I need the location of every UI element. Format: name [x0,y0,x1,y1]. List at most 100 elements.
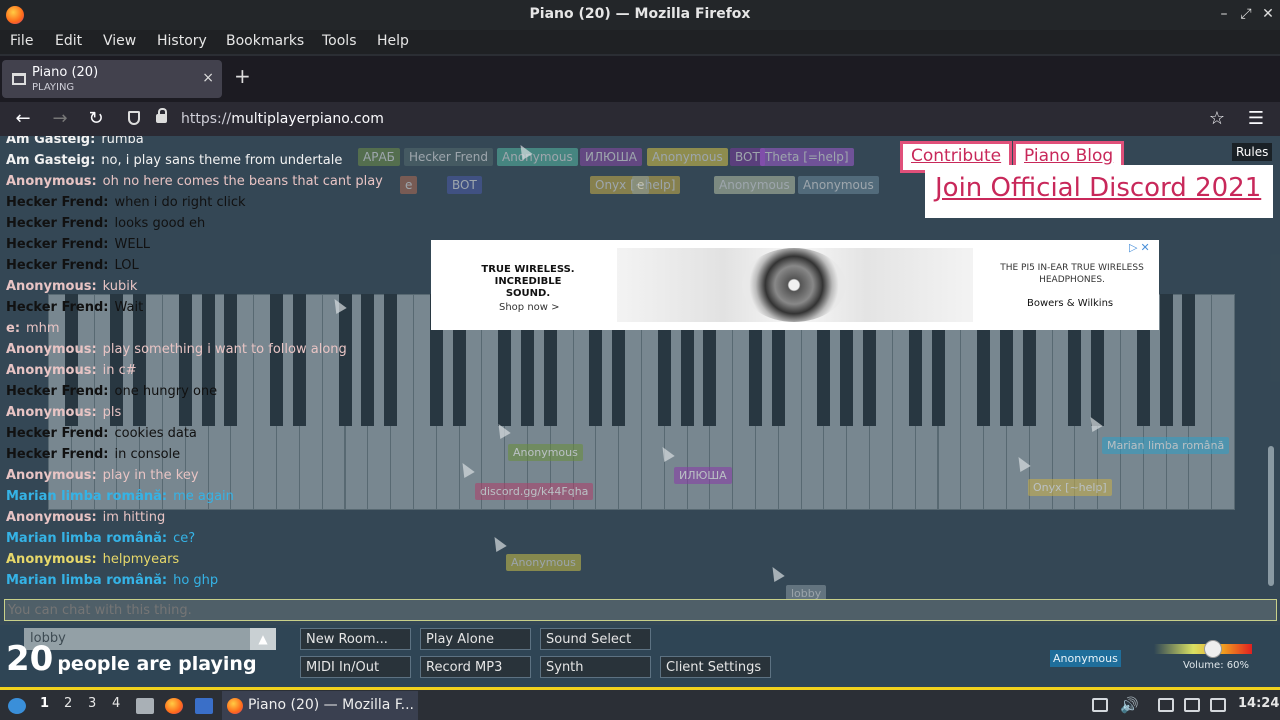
firefox-launcher-icon[interactable] [165,698,183,714]
chat-author: e: [6,321,21,336]
room-user-tag[interactable]: e [632,176,650,194]
forward-icon[interactable]: → [49,108,71,129]
volume-slider[interactable]: Volume: 60% [1154,640,1252,674]
chat-author: Marian limba română: [6,489,168,504]
tab-piano[interactable]: Piano (20) PLAYING × [2,60,222,98]
cursor-label: Anonymous [506,554,581,571]
menu-view[interactable]: View [103,33,136,49]
navigation-bar: ← → ↻ https://multiplayerpiano.com ☆ ☰ [0,102,1280,136]
menu-bookmarks[interactable]: Bookmarks [226,33,304,49]
chat-text: one hungry one [114,384,218,399]
chat-text: cookies data [114,426,197,441]
cursor-label: Marian limba română [1102,437,1230,454]
chat-input[interactable] [4,599,1277,621]
chat-author: Hecker Frend: [6,447,109,462]
ad-headline: TRUE WIRELESS. INCREDIBLE SOUND. [481,264,575,299]
close-icon[interactable]: ✕ [1258,6,1278,22]
rules-button[interactable]: Rules [1232,143,1273,161]
chat-message: Anonymous: pls [6,402,506,423]
chat-text: in c# [102,363,137,378]
url-bar[interactable]: https://multiplayerpiano.com [120,105,1240,133]
chat-scrollbar[interactable] [1268,446,1274,586]
taskbar-firefox-window[interactable]: Piano (20) — Mozilla F... [222,691,418,720]
chat-text: me again [173,489,234,504]
speaker-icon[interactable]: 🔊 [1120,696,1139,714]
client-settings-button[interactable]: Client Settings [660,656,771,678]
menu-help[interactable]: Help [377,33,409,49]
synth-button[interactable]: Synth [540,656,651,678]
advertisement[interactable]: TRUE WIRELESS. INCREDIBLE SOUND. Shop no… [431,240,1159,330]
chat-author: Hecker Frend: [6,237,109,252]
minimize-icon[interactable]: – [1214,6,1234,22]
workspace-3[interactable]: 3 [88,696,96,711]
lock-icon[interactable] [156,108,167,123]
ad-shop-link[interactable]: Shop now > [499,302,560,313]
chat-log: Am Gasteig: rumba Am Gasteig: no, i play sa… [6,136,506,591]
menu-edit[interactable]: Edit [55,33,82,49]
record-mp3-button[interactable]: Record MP3 [420,656,531,678]
window-title: Piano (20) — Mozilla Firefox [529,6,751,22]
player-count-label: people are playing [57,653,257,675]
chat-author: Anonymous: [6,342,97,357]
window-icon[interactable] [195,698,213,714]
chat-message: Anonymous: oh no here comes the beans tha… [6,171,506,192]
url-text[interactable]: https://multiplayerpiano.com [181,111,384,127]
room-user-tag[interactable]: Anonymous [798,176,879,194]
bookmark-star-icon[interactable]: ☆ [1206,108,1228,129]
chat-message: Hecker Frend: when i do right click [6,192,506,213]
ad-close-icon[interactable]: ▷✕ [1129,241,1153,254]
chat-text: rumba [101,136,144,147]
midi-button[interactable]: MIDI In/Out [300,656,411,678]
chat-text: play something i want to follow along [102,342,347,357]
new-tab-button[interactable]: + [234,64,251,88]
chat-text: pls [102,405,122,420]
cursor-label: Anonymous [508,444,583,461]
volume-knob[interactable] [1203,640,1222,658]
volume-label: Volume: 60% [1183,660,1249,671]
menu-history[interactable]: History [157,33,207,49]
chat-author: Anonymous: [6,552,97,567]
tab-close-icon[interactable]: × [202,70,214,86]
piano-icon [12,73,26,85]
room-user-tag[interactable]: Anonymous [714,176,795,194]
chat-author: Hecker Frend: [6,426,109,441]
chat-message: Hecker Frend: one hungry one [6,381,506,402]
chat-message: Anonymous: im hitting [6,507,506,528]
shield-icon[interactable] [128,111,140,125]
chat-text: LOL [114,258,139,273]
room-user-tag[interactable]: Anonymous [647,148,728,166]
chat-text: WELL [114,237,151,252]
sound-select-button[interactable]: Sound Select [540,628,651,650]
new-room-button[interactable]: New Room... [300,628,411,650]
chat-author: Anonymous: [6,510,97,525]
chat-text: oh no here comes the beans that cant pla… [102,174,383,189]
start-menu-icon[interactable] [8,698,26,714]
display-icon[interactable] [1184,698,1200,712]
file-manager-icon[interactable] [136,698,154,714]
play-alone-button[interactable]: Play Alone [420,628,531,650]
workspace-1[interactable]: 1 [40,696,49,711]
tray-icon[interactable] [1092,698,1108,712]
maximize-icon[interactable]: ⤢ [1236,6,1256,22]
room-user-tag[interactable]: Theta [=help] [760,148,854,166]
chat-author: Am Gasteig: [6,136,96,147]
discord-link[interactable]: Join Official Discord 2021 [925,165,1273,218]
chat-author: Marian limba română: [6,531,168,546]
room-user-tag[interactable]: ИЛЮША [580,148,642,166]
menu-tools[interactable]: Tools [322,33,357,49]
chat-author: Hecker Frend: [6,258,109,273]
back-icon[interactable]: ← [12,108,34,129]
chat-author: Hecker Frend: [6,216,109,231]
notes-icon[interactable] [1210,698,1226,712]
hamburger-menu-icon[interactable]: ☰ [1245,108,1267,129]
tab-title: Piano (20) [32,65,99,80]
menu-file[interactable]: File [10,33,33,49]
url-prefix: https:// [181,111,232,127]
clipboard-icon[interactable] [1158,698,1174,712]
room-user-tag[interactable]: Anonymous [497,148,578,166]
reload-icon[interactable]: ↻ [85,108,107,129]
ad-speaker-image [742,248,846,322]
user-badge[interactable]: Anonymous [1050,650,1121,667]
workspace-2[interactable]: 2 [64,696,72,711]
workspace-4[interactable]: 4 [112,696,120,711]
